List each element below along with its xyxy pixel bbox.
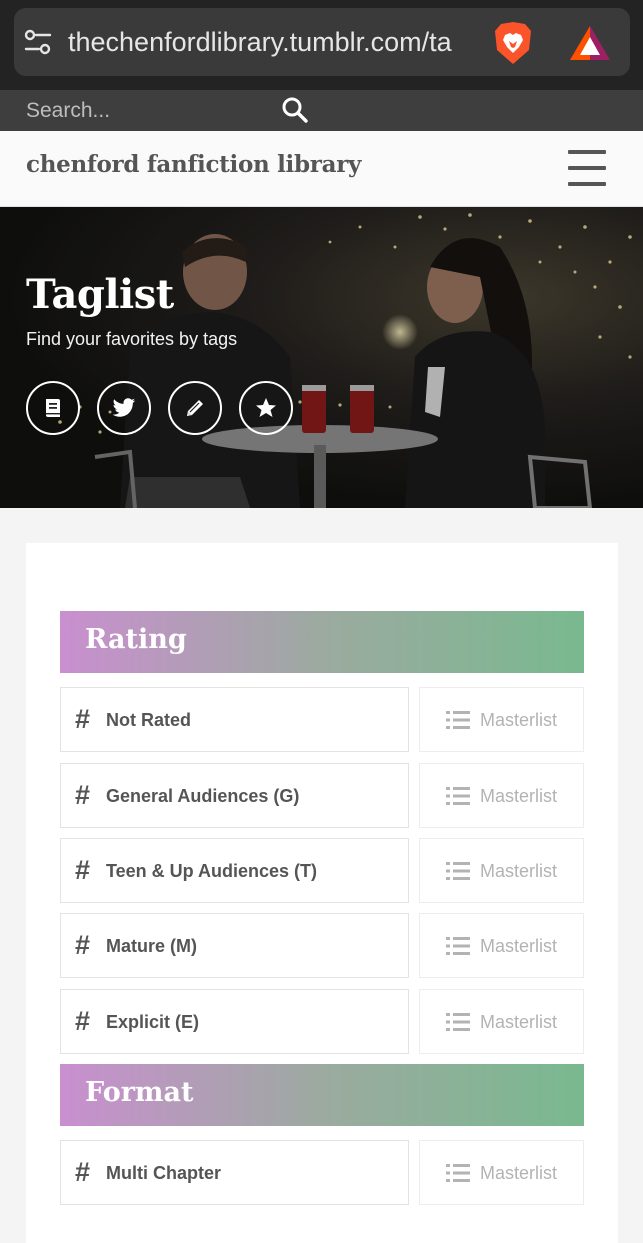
twitter-icon (112, 398, 135, 417)
masterlist-label: Masterlist (480, 710, 558, 730)
search-icon[interactable] (281, 96, 309, 124)
search-input[interactable] (14, 90, 274, 131)
tag-label: General Audiences (G) (106, 786, 300, 806)
tag-label: Not Rated (106, 710, 191, 730)
list-icon (446, 862, 470, 880)
section-header-format: Format (60, 1064, 584, 1126)
masterlist-label: Masterlist (480, 1012, 558, 1032)
section-title: Format (85, 1077, 194, 1108)
hero-background-image (0, 207, 643, 508)
blog-title[interactable]: chenford fanfiction library (26, 151, 361, 178)
hashtag-icon: # (75, 1157, 91, 1187)
tag-label: Multi Chapter (106, 1163, 221, 1183)
taglist-card: Rating # Not Rated Masterlist # General … (26, 543, 618, 1243)
list-icon (446, 787, 470, 805)
ask-link-button[interactable] (168, 381, 222, 435)
pencil-icon (187, 400, 203, 416)
hashtag-icon: # (75, 1006, 91, 1036)
list-icon (446, 937, 470, 955)
list-icon (446, 1013, 470, 1031)
masterlist-button[interactable]: Masterlist (419, 838, 584, 903)
tag-button-general-audiences[interactable]: # General Audiences (G) (60, 763, 409, 828)
page-subtitle: Find your favorites by tags (26, 329, 238, 349)
list-icon (446, 711, 470, 729)
site-settings-icon[interactable] (24, 28, 52, 56)
browser-toolbar: thechenfordlibrary.tumblr.com/ta (0, 0, 643, 90)
masterlist-label: Masterlist (480, 936, 558, 956)
brave-rewards-icon[interactable] (568, 24, 612, 62)
blog-search-bar (0, 90, 643, 131)
hashtag-icon: # (75, 855, 91, 885)
hero-banner: Taglist Find your favorites by tags (0, 207, 643, 508)
tag-button-mature[interactable]: # Mature (M) (60, 913, 409, 978)
tag-button-multi-chapter[interactable]: # Multi Chapter (60, 1140, 409, 1205)
masterlist-button[interactable]: Masterlist (419, 763, 584, 828)
tag-button-not-rated[interactable]: # Not Rated (60, 687, 409, 752)
masterlist-label: Masterlist (480, 861, 558, 881)
hashtag-icon: # (75, 780, 91, 810)
tag-button-teen-up[interactable]: # Teen & Up Audiences (T) (60, 838, 409, 903)
section-title: Rating (85, 624, 187, 655)
twitter-link-button[interactable] (97, 381, 151, 435)
book-icon (46, 399, 60, 417)
star-icon (256, 398, 276, 417)
masterlist-label: Masterlist (480, 786, 558, 806)
hamburger-menu-icon[interactable] (568, 150, 606, 186)
hashtag-icon: # (75, 930, 91, 960)
tag-button-explicit[interactable]: # Explicit (E) (60, 989, 409, 1054)
hashtag-icon: # (75, 704, 91, 734)
masterlist-button[interactable]: Masterlist (419, 1140, 584, 1205)
masterlist-button[interactable]: Masterlist (419, 913, 584, 978)
blog-header: chenford fanfiction library (0, 131, 643, 207)
address-bar[interactable]: thechenfordlibrary.tumblr.com/ta (14, 8, 630, 76)
tag-label: Explicit (E) (106, 1012, 200, 1032)
brave-shields-icon[interactable] (492, 20, 534, 66)
masterlist-button[interactable]: Masterlist (419, 687, 584, 752)
list-icon (446, 1164, 470, 1182)
page-title: Taglist (26, 271, 174, 318)
masterlist-link-button[interactable] (26, 381, 80, 435)
masterlist-button[interactable]: Masterlist (419, 989, 584, 1054)
masterlist-label: Masterlist (480, 1163, 558, 1183)
tag-label: Mature (M) (106, 936, 197, 956)
tag-label: Teen & Up Audiences (T) (106, 861, 318, 881)
favorites-link-button[interactable] (239, 381, 293, 435)
section-header-rating: Rating (60, 611, 584, 673)
url-text[interactable]: thechenfordlibrary.tumblr.com/ta (68, 22, 478, 62)
